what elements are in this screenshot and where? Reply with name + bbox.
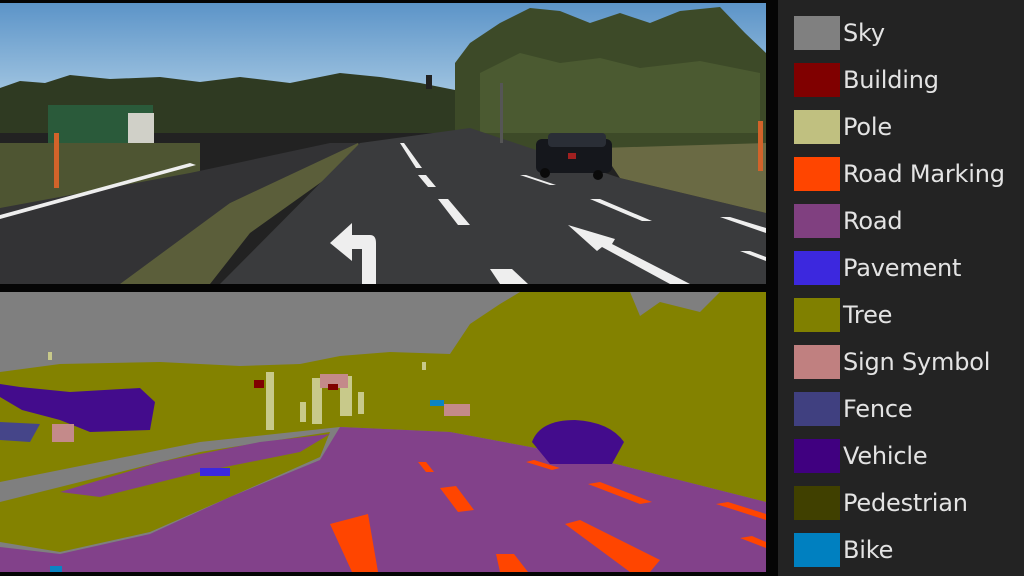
legend-item-pavement: Pavement xyxy=(794,248,961,288)
orange-post-left xyxy=(54,133,59,188)
car xyxy=(536,133,612,180)
swatch-road xyxy=(794,204,840,238)
legend-label: Pedestrian xyxy=(843,489,968,517)
traffic-light-pole xyxy=(500,83,503,143)
swatch-pavement xyxy=(794,251,840,285)
camera-frame xyxy=(0,3,766,284)
legend-item-vehicle: Vehicle xyxy=(794,436,928,476)
tree-highlight xyxy=(480,53,760,133)
legend-label: Pavement xyxy=(843,254,962,282)
legend-item-bike: Bike xyxy=(794,530,893,570)
legend-label: Pole xyxy=(843,113,892,141)
legend-item-sky: Sky xyxy=(794,13,885,53)
legend-label: Building xyxy=(843,66,939,94)
legend-item-sign-symbol: Sign Symbol xyxy=(794,342,990,382)
segmentation-output xyxy=(0,292,766,572)
legend-label: Vehicle xyxy=(843,442,928,470)
legend-item-road-marking: Road Marking xyxy=(794,154,1005,194)
swatch-tree xyxy=(794,298,840,332)
legend-label: Fence xyxy=(843,395,913,423)
seg-pavement xyxy=(200,468,230,476)
swatch-sky xyxy=(794,16,840,50)
traffic-light xyxy=(426,75,432,89)
legend-label: Sky xyxy=(843,19,885,47)
legend-item-tree: Tree xyxy=(794,295,892,335)
legend-item-building: Building xyxy=(794,60,939,100)
truck-cab xyxy=(128,113,154,143)
orange-post-right xyxy=(758,121,763,171)
legend-item-fence: Fence xyxy=(794,389,913,429)
swatch-pedestrian xyxy=(794,486,840,520)
swatch-road-marking xyxy=(794,157,840,191)
swatch-sign-symbol xyxy=(794,345,840,379)
swatch-fence xyxy=(794,392,840,426)
legend-label: Road Marking xyxy=(843,160,1005,188)
class-legend: Sky Building Pole Road Marking Road Pave… xyxy=(778,0,1024,576)
swatch-bike xyxy=(794,533,840,567)
legend-item-pole: Pole xyxy=(794,107,892,147)
legend-item-road: Road xyxy=(794,201,903,241)
legend-label: Bike xyxy=(843,536,894,564)
legend-label: Road xyxy=(843,207,903,235)
legend-label: Tree xyxy=(843,301,893,329)
swatch-pole xyxy=(794,110,840,144)
swatch-building xyxy=(794,63,840,97)
legend-label: Sign Symbol xyxy=(843,348,991,376)
legend-item-pedestrian: Pedestrian xyxy=(794,483,968,523)
swatch-vehicle xyxy=(794,439,840,473)
